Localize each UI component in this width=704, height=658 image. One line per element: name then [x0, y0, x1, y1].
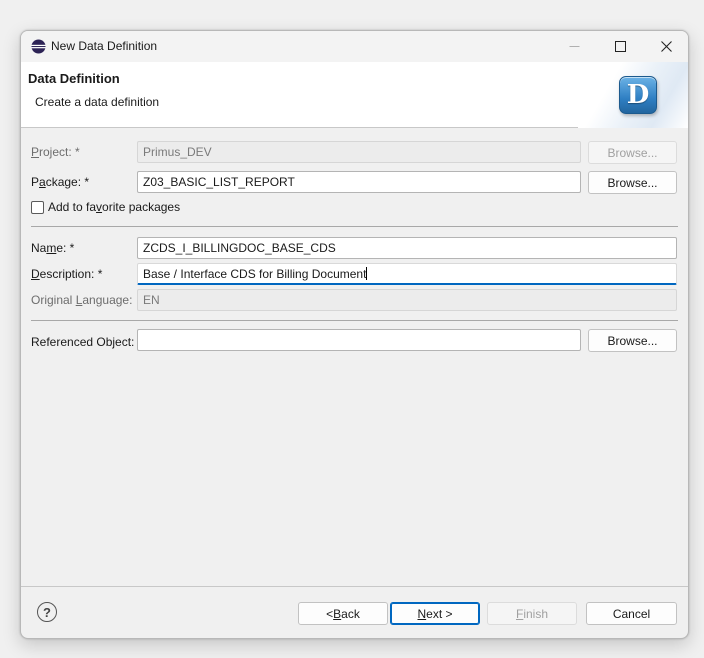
package-browse-button[interactable]: Browse... [588, 171, 677, 194]
close-icon [660, 41, 672, 52]
favorite-checkbox[interactable] [31, 201, 44, 214]
referenced-object-browse-button[interactable]: Browse... [588, 329, 677, 352]
project-label-text: roject: * [39, 145, 80, 159]
minimize-button[interactable] [551, 31, 597, 62]
description-field[interactable]: Base / Interface CDS for Billing Documen… [137, 263, 677, 285]
referenced-object-label: Referenced Object: [31, 335, 135, 349]
eclipse-icon [31, 39, 46, 54]
project-field[interactable]: Primus_DEV [137, 141, 581, 163]
dialog-window: New Data Definition Data Definition Crea… [20, 30, 689, 639]
maximize-icon [614, 41, 626, 52]
title-bar[interactable]: New Data Definition [21, 31, 688, 62]
separator [31, 226, 678, 227]
close-button[interactable] [643, 31, 688, 62]
favorite-label[interactable]: Add to favorite packages [48, 200, 180, 214]
cancel-button[interactable]: Cancel [586, 602, 677, 625]
description-label: Description: * [31, 267, 103, 281]
finish-button[interactable]: Finish [487, 602, 577, 625]
page-title: Data Definition [28, 71, 120, 86]
project-label: Project: * [31, 145, 80, 159]
project-browse-button[interactable]: Browse... [588, 141, 677, 164]
name-label: Name: * [31, 241, 75, 255]
separator [31, 320, 678, 321]
footer-separator [21, 586, 688, 587]
original-language-label: Original Language: [31, 293, 133, 307]
minimize-icon [569, 46, 579, 47]
wizard-header: Data Definition Create a data definition… [21, 62, 688, 128]
page-subtitle: Create a data definition [35, 95, 160, 109]
package-label: Package: * [31, 175, 90, 189]
description-value: Base / Interface CDS for Billing Documen… [143, 267, 367, 281]
back-button[interactable]: < Back [298, 602, 388, 625]
package-field[interactable]: Z03_BASIC_LIST_REPORT [137, 171, 581, 193]
text-caret [366, 267, 368, 280]
window-title: New Data Definition [51, 39, 158, 53]
maximize-button[interactable] [597, 31, 643, 62]
data-definition-icon: D [619, 76, 657, 114]
original-language-field[interactable]: EN [137, 289, 677, 311]
name-field[interactable]: ZCDS_I_BILLINGDOC_BASE_CDS [137, 237, 677, 259]
next-button[interactable]: Next > [390, 602, 480, 625]
referenced-object-field[interactable] [137, 329, 581, 351]
question-circle-icon[interactable]: ? [37, 602, 57, 622]
